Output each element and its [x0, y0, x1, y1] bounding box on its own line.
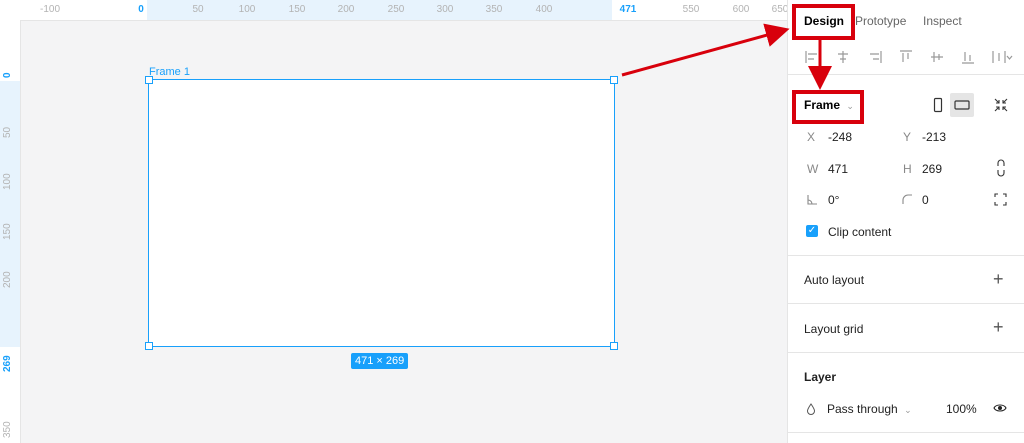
h-label: H [903, 162, 912, 176]
x-label: X [807, 130, 816, 144]
width-input[interactable]: 471 [828, 162, 848, 176]
corner-radius-icon [902, 194, 912, 204]
alignment-toolbar [788, 40, 1024, 75]
align-bottom-icon[interactable] [960, 49, 976, 65]
layer-title: Layer [804, 370, 837, 384]
ruler-tick: 50 [2, 126, 13, 138]
ruler-tick: 50 [192, 4, 204, 15]
corner-radius-input[interactable]: 0 [922, 193, 929, 207]
clip-content-label: Clip content [828, 225, 892, 239]
ruler-tick: 250 [387, 4, 405, 15]
ruler-tick: 400 [535, 4, 553, 15]
w-label: W [807, 162, 819, 176]
align-vertical-center-icon[interactable] [929, 49, 945, 65]
blend-mode-drop-icon [806, 403, 816, 415]
ruler-corner [0, 0, 21, 21]
align-left-icon[interactable] [804, 49, 820, 65]
resize-handle-bottom-left[interactable] [145, 342, 153, 350]
size-badge: 471 × 269 [351, 353, 409, 369]
ruler-tick: 600 [732, 4, 750, 15]
ruler-tick: 100 [238, 4, 256, 15]
x-input[interactable]: -248 [828, 130, 852, 144]
layout-grid-title: Layout grid [804, 322, 864, 336]
align-horizontal-center-icon[interactable] [835, 49, 851, 65]
ruler-left-selection [0, 81, 20, 347]
canvas[interactable]: -100 0 50 100 150 200 250 300 350 400 47… [0, 0, 787, 443]
auto-layout-title: Auto layout [804, 273, 865, 287]
rotation-input[interactable]: 0° [828, 193, 839, 207]
ruler-tick: 350 [2, 421, 13, 438]
tab-inspect[interactable]: Inspect [923, 14, 962, 28]
distribute-chevron-down-icon[interactable] [991, 49, 1013, 65]
ruler-tick: 300 [436, 4, 454, 15]
ruler-top: -100 0 50 100 150 200 250 300 350 400 47… [20, 0, 787, 21]
resize-handle-top-left[interactable] [145, 76, 153, 84]
opacity-input[interactable]: 100% [946, 402, 977, 416]
portrait-icon[interactable] [933, 97, 943, 113]
ruler-tick: 350 [485, 4, 503, 15]
divider [788, 432, 1024, 433]
divider [788, 352, 1024, 353]
ruler-tick: 0 [2, 72, 13, 78]
frame-1[interactable] [148, 79, 615, 347]
clip-content-checkbox[interactable]: ✓ [806, 225, 818, 237]
align-top-icon[interactable] [898, 49, 914, 65]
divider [788, 303, 1024, 304]
constrain-proportions-icon[interactable] [996, 159, 1006, 177]
y-input[interactable]: -213 [922, 130, 946, 144]
blend-mode-dropdown[interactable]: Pass through ⌄ [827, 402, 912, 416]
height-input[interactable]: 269 [922, 162, 942, 176]
eye-icon[interactable] [993, 403, 1007, 413]
rotation-icon [807, 195, 817, 205]
independent-corners-icon[interactable] [994, 193, 1007, 206]
tab-prototype[interactable]: Prototype [855, 14, 906, 28]
chevron-down-icon: ⌄ [904, 405, 912, 415]
ruler-tick: 100 [2, 173, 13, 190]
blend-mode-value: Pass through [827, 402, 898, 416]
add-layout-grid-icon[interactable]: + [993, 318, 1004, 336]
resize-to-fit-icon[interactable] [994, 98, 1008, 112]
annotation-box-design [792, 4, 855, 40]
properties-panel: Design Prototype Inspect Frame ⌄ X -248 … [787, 0, 1024, 443]
ruler-tick: 150 [288, 4, 306, 15]
ruler-tick: 650 [771, 4, 787, 15]
ruler-left: 0 50 100 150 200 269 350 [0, 20, 21, 443]
ruler-tick: 471 [619, 4, 637, 15]
ruler-tick: 200 [337, 4, 355, 15]
resize-handle-bottom-right[interactable] [610, 342, 618, 350]
check-icon: ✓ [807, 225, 817, 236]
landscape-button[interactable] [950, 93, 974, 117]
ruler-tick: 0 [138, 4, 144, 15]
ruler-tick: 150 [2, 223, 13, 240]
frame-label[interactable]: Frame 1 [149, 66, 190, 78]
align-right-icon[interactable] [867, 49, 883, 65]
ruler-tick: 550 [682, 4, 700, 15]
ruler-tick: -100 [39, 4, 61, 15]
landscape-icon [954, 100, 970, 110]
annotation-box-frame [792, 90, 864, 124]
ruler-tick: 200 [2, 271, 13, 288]
y-label: Y [903, 130, 912, 144]
resize-handle-top-right[interactable] [610, 76, 618, 84]
add-auto-layout-icon[interactable]: + [993, 270, 1004, 288]
ruler-tick: 269 [2, 355, 13, 372]
divider [788, 255, 1024, 256]
